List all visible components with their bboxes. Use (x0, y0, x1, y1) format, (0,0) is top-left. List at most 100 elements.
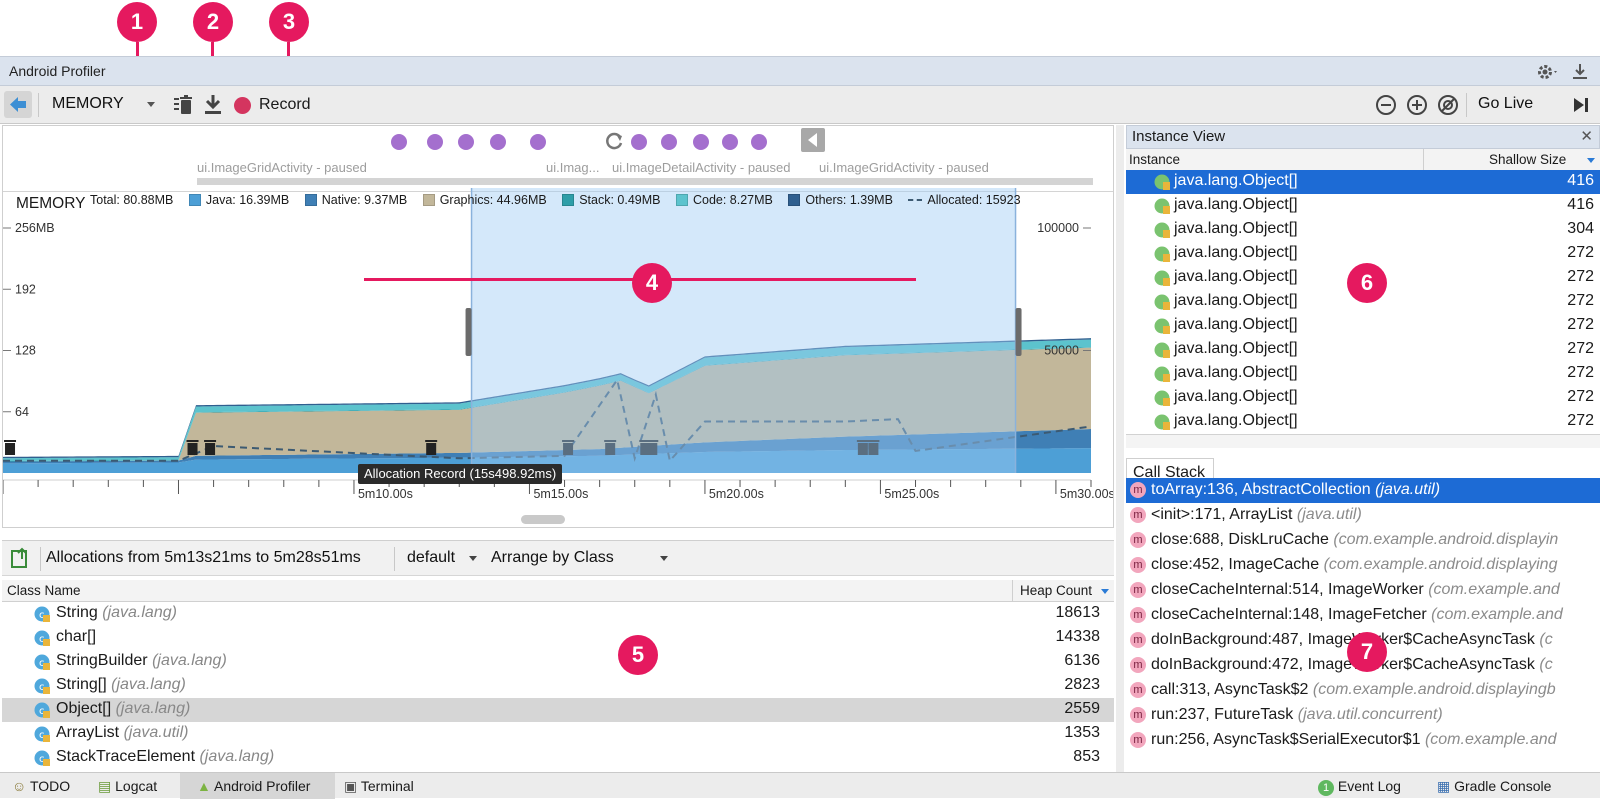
callout-6: 6 (1347, 263, 1387, 303)
class-row-selected[interactable]: c Object[] (java.lang) 2559 (2, 698, 1114, 722)
stack-frame[interactable]: m run:256, AsyncTask$SerialExecutor$1 (co… (1126, 728, 1600, 753)
gear-icon[interactable] (1536, 63, 1560, 81)
zoom-out-icon[interactable] (1375, 94, 1397, 116)
x-tick-label: 5m10.00s (358, 487, 413, 501)
instance-name: java.lang.Object[] (1174, 412, 1298, 429)
arrange-select[interactable]: Arrange by Class (491, 549, 614, 567)
gradle-console-tab[interactable]: ▦ Gradle Console (1437, 778, 1551, 795)
sort-desc-icon (1587, 158, 1595, 163)
object-icon (1154, 246, 1170, 262)
column-divider (1423, 149, 1424, 171)
stack-frame[interactable]: m <init>:171, ArrayList (java.util) (1126, 503, 1600, 528)
instance-row[interactable]: java.lang.Object[] 416 (1126, 194, 1600, 218)
instance-row[interactable]: java.lang.Object[] 272 (1126, 338, 1600, 362)
shallow-size-column[interactable]: Shallow Size (1489, 152, 1566, 167)
y-tick-label: 128 (15, 344, 36, 358)
instance-row[interactable]: java.lang.Object[] 272 (1126, 386, 1600, 410)
instance-name: java.lang.Object[] (1174, 364, 1298, 381)
terminal-tab[interactable]: ▣ Terminal (344, 778, 414, 795)
go-live-button[interactable]: Go Live (1478, 95, 1533, 113)
touch-event-dot (693, 134, 709, 150)
legend-label: Others: 1.39MB (805, 193, 893, 207)
class-row[interactable]: c ArrayList (java.util) 1353 (2, 722, 1114, 746)
legend-native: Native: 9.37MB (304, 193, 407, 207)
class-row[interactable]: c StringBuilder (java.lang) 6136 (2, 650, 1114, 674)
dump-heap-icon[interactable] (203, 94, 223, 116)
class-table-header: Class Name Heap Count (2, 580, 1114, 602)
instance-row[interactable]: java.lang.Object[] 272 (1126, 410, 1600, 434)
legend-stack: Stack: 0.49MB (562, 193, 660, 207)
instance-name: java.lang.Object[] (1174, 388, 1298, 405)
method-icon: m (1130, 657, 1146, 673)
object-icon (1154, 270, 1170, 286)
class-icon: c (34, 606, 50, 622)
instance-row[interactable]: java.lang.Object[] 272 (1126, 362, 1600, 386)
allocation-range-label: Allocations from 5m13s21ms to 5m28s51ms (46, 549, 361, 566)
hide-panel-icon[interactable] (1571, 62, 1589, 82)
instance-row[interactable]: java.lang.Object[] 304 (1126, 218, 1600, 242)
force-gc-icon[interactable] (172, 94, 194, 116)
selection-handle-left[interactable] (465, 308, 472, 356)
class-name-column[interactable]: Class Name (7, 583, 81, 598)
heap-count-column[interactable]: Heap Count (1020, 583, 1092, 598)
stack-frame[interactable]: m run:237, FutureTask (java.util.concurre… (1126, 703, 1600, 728)
object-icon (1154, 294, 1170, 310)
frame-text: close:688, DiskLruCache (com.example.and… (1151, 531, 1559, 548)
tool-window-titlebar: Android Profiler (0, 56, 1600, 86)
legend-swatch (562, 194, 575, 206)
instance-name: java.lang.Object[] (1174, 244, 1298, 261)
class-row[interactable]: c StackTraceElement (java.lang) 853 (2, 746, 1114, 770)
object-icon (1154, 198, 1170, 214)
logcat-tab[interactable]: ▤ Logcat (98, 778, 157, 795)
class-row[interactable]: c char[] 14338 (2, 626, 1114, 650)
class-row[interactable]: c String[] (java.lang) 2823 (2, 674, 1114, 698)
stack-frame[interactable]: m toArray:136, AbstractCollection (java.u… (1126, 478, 1600, 503)
class-row[interactable]: c String (java.lang) 18613 (2, 602, 1114, 626)
heap-select[interactable]: default (407, 549, 455, 567)
class-name: StackTraceElement (java.lang) (56, 748, 275, 765)
profiler-dropdown[interactable]: MEMORY (52, 95, 124, 113)
export-icon[interactable] (10, 547, 30, 569)
back-button[interactable] (4, 91, 32, 118)
zoom-in-icon[interactable] (1406, 94, 1428, 116)
heap-count: 18613 (1055, 604, 1101, 621)
touch-event-dot (458, 134, 474, 150)
stack-frame[interactable]: m closeCacheInternal:514, ImageWorker (co… (1126, 578, 1600, 603)
instance-row[interactable]: java.lang.Object[] 272 (1126, 314, 1600, 338)
activity-label: ui.ImageGridActivity - paused (819, 160, 989, 175)
chevron-down-icon (147, 102, 155, 107)
instance-view-titlebar: Instance View ✕ (1126, 125, 1600, 149)
legend-dash (908, 199, 923, 201)
logcat-icon: ▤ (98, 778, 112, 794)
instance-name: java.lang.Object[] (1174, 172, 1298, 189)
class-icon: c (34, 630, 50, 646)
panel-splitter[interactable] (1116, 125, 1124, 772)
stack-frame[interactable]: m close:688, DiskLruCache (com.example.an… (1126, 528, 1600, 553)
memory-chart-title: MEMORY (16, 195, 86, 212)
reset-zoom-icon[interactable] (1437, 94, 1459, 116)
selection-handle-right[interactable] (1015, 308, 1022, 356)
event-log-tab[interactable]: 1 Event Log (1318, 778, 1401, 796)
instance-row[interactable]: java.lang.Object[] 416 (1126, 170, 1600, 194)
method-icon: m (1130, 707, 1146, 723)
heap-count: 1353 (1064, 724, 1100, 741)
instance-column[interactable]: Instance (1129, 152, 1180, 167)
stack-frame[interactable]: m closeCacheInternal:148, ImageFetcher (c… (1126, 603, 1600, 628)
x-tick-label: 5m15.00s (533, 487, 588, 501)
legend-swatch (304, 194, 317, 206)
selection-range[interactable] (471, 188, 1016, 473)
instance-splitter[interactable] (1126, 434, 1600, 448)
shallow-size: 272 (1567, 268, 1594, 285)
class-icon: c (34, 726, 50, 742)
stack-frame[interactable]: m close:452, ImageCache (com.example.andr… (1126, 553, 1600, 578)
record-button[interactable]: Record (234, 96, 311, 114)
android-profiler-tab[interactable]: ▲ Android Profiler (197, 778, 310, 794)
timeline-scrollbar[interactable] (521, 515, 565, 524)
touch-event-dot (530, 134, 546, 150)
stack-frame[interactable]: m call:313, AsyncTask$2 (com.example.andr… (1126, 678, 1600, 703)
rotate-icon (606, 132, 623, 150)
close-icon[interactable]: ✕ (1580, 127, 1593, 145)
legend-java: Java: 16.39MB (188, 193, 289, 207)
todo-tab[interactable]: ☺ TODO (12, 778, 70, 794)
class-name: Object[] (java.lang) (56, 700, 191, 717)
